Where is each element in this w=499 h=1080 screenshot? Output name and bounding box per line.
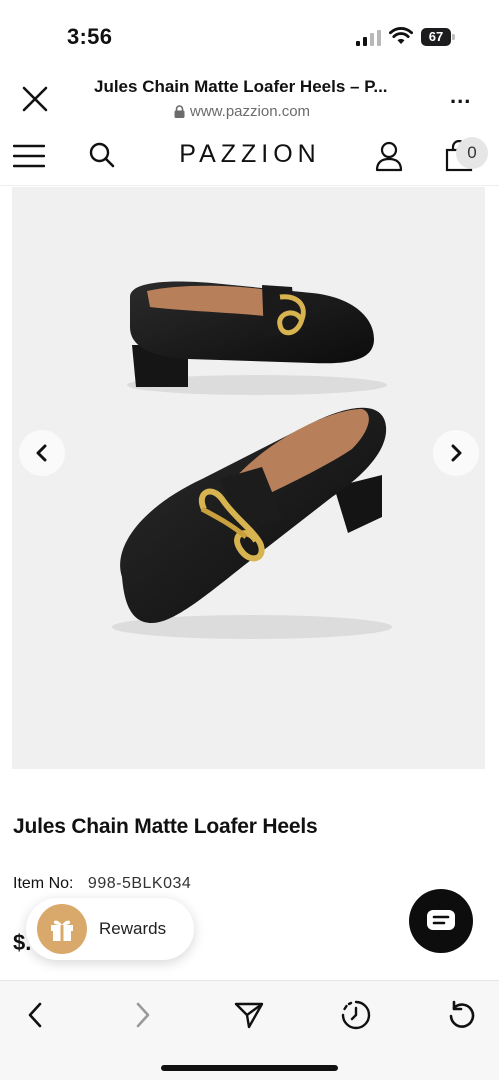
history-clock-icon <box>341 1000 371 1030</box>
browser-header: Jules Chain Matte Loafer Heels – P... ww… <box>0 66 499 126</box>
rewards-button[interactable]: Rewards <box>26 898 194 960</box>
site-navigation: PAZZION 0 <box>0 126 499 186</box>
back-arrow-icon <box>28 1002 42 1028</box>
brand-logo[interactable]: PAZZION <box>150 140 350 169</box>
chat-icon <box>427 910 455 930</box>
loafer-heels-illustration <box>112 281 392 639</box>
carousel-prev-button[interactable] <box>19 430 65 476</box>
battery-indicator: 67 <box>421 28 455 46</box>
reload-button[interactable] <box>445 998 479 1032</box>
search-icon[interactable] <box>88 141 116 169</box>
carousel-next-button[interactable] <box>433 430 479 476</box>
cart-count-badge[interactable]: 0 <box>456 137 488 169</box>
status-time: 3:56 <box>67 24 113 49</box>
status-bar: 3:56 67 <box>0 0 499 66</box>
gift-icon <box>51 920 73 941</box>
item-number-value: 998-5BLK034 <box>87 875 192 892</box>
url-display[interactable]: www.pazzion.com <box>174 102 310 120</box>
lock-icon <box>174 104 185 118</box>
chat-button[interactable] <box>409 889 473 953</box>
product-image[interactable] <box>12 187 485 769</box>
product-title: Jules Chain Matte Loafer Heels <box>13 815 318 838</box>
back-button[interactable] <box>18 998 52 1032</box>
wifi-icon <box>389 27 413 44</box>
url-text: www.pazzion.com <box>190 102 311 120</box>
browser-toolbar <box>0 980 499 1080</box>
reload-icon <box>449 1000 475 1028</box>
item-number: Item No: 998-5BLK034 <box>13 875 191 893</box>
item-number-label: Item No: <box>13 875 74 892</box>
rewards-label: Rewards <box>99 919 167 938</box>
hamburger-menu-icon[interactable] <box>13 144 45 168</box>
share-button[interactable] <box>232 998 266 1032</box>
chevron-left-icon <box>36 444 47 462</box>
home-indicator <box>161 1065 338 1071</box>
page-title: Jules Chain Matte Loafer Heels – P... <box>94 77 388 96</box>
rewards-badge <box>37 904 87 954</box>
history-button[interactable] <box>339 998 373 1032</box>
chevron-right-icon <box>451 444 462 462</box>
send-share-icon <box>234 1002 264 1029</box>
more-options-button[interactable]: ... <box>450 85 474 107</box>
close-icon[interactable] <box>20 84 50 114</box>
account-icon[interactable] <box>374 140 404 172</box>
battery-nub <box>452 34 455 40</box>
cellular-signal-icon <box>356 30 381 46</box>
battery-level: 67 <box>428 29 444 44</box>
forward-arrow-icon <box>136 1002 150 1028</box>
forward-button[interactable] <box>126 998 160 1032</box>
